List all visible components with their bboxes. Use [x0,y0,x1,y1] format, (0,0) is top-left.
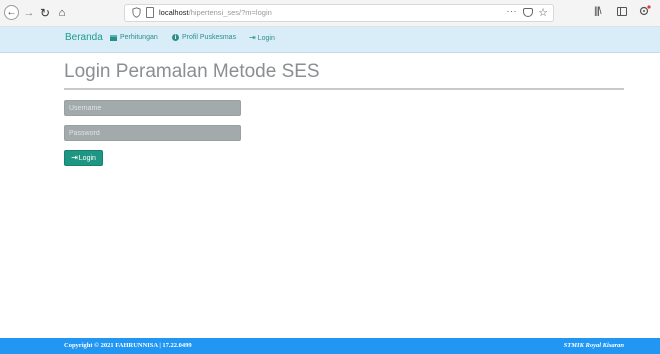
url-text[interactable]: localhost/hipertensi_ses/?m=login [159,8,272,17]
page-footer: Copyright © 2021 FAHRUNNISA | 17.22.0499… [0,338,660,354]
reload-icon[interactable]: ↻ [40,5,50,21]
page-actions-more-icon[interactable]: ··· [507,6,518,16]
home-icon[interactable]: ⌂ [56,5,68,21]
library-icon[interactable]: |||\ [594,6,602,17]
nav-item-login[interactable]: ⇥ Login [249,34,275,42]
footer-organization: STMIK Royal Kisaran [563,342,624,349]
nav-item-label: Login [257,34,275,42]
browser-toolbar: ← → ↻ ⌂ localhost/hipertensi_ses/?m=logi… [0,0,660,27]
extension-icon[interactable] [639,5,651,17]
nav-item-label: Profil Puskesmas [182,34,237,41]
username-field[interactable] [64,100,241,116]
back-arrow-icon[interactable]: ← [4,5,19,20]
address-bar[interactable]: localhost/hipertensi_ses/?m=login ··· ☆ [124,4,554,22]
password-field[interactable] [64,125,241,141]
table-icon [110,34,117,41]
nav-item-profil-puskesmas[interactable]: i Profil Puskesmas [172,34,236,41]
login-button-label: Login [78,154,96,162]
site-navbar: Beranda Perhitungan i Profil Puskesmas ⇥… [0,27,660,53]
login-button[interactable]: ⇥ Login [64,150,103,166]
pocket-icon[interactable] [523,8,533,17]
nav-brand-beranda[interactable]: Beranda [65,32,103,43]
page-title: Login Peramalan Metode SES [64,61,320,82]
page-icon [146,7,154,18]
nav-item-perhitungan[interactable]: Perhitungan [110,34,158,41]
login-icon: ⇥ [249,33,256,42]
shield-icon [132,7,141,18]
nav-item-label: Perhitungan [120,34,158,41]
app-window: ← → ↻ ⌂ localhost/hipertensi_ses/?m=logi… [0,0,660,354]
title-divider [64,88,624,90]
info-icon: i [172,34,179,41]
forward-arrow-icon[interactable]: → [24,5,35,21]
login-icon: ⇥ [71,153,78,162]
sidebar-toggle-icon[interactable] [617,7,627,16]
bookmark-star-icon[interactable]: ☆ [538,6,548,20]
url-host: localhost [159,8,189,17]
url-path: /hipertensi_ses/?m=login [188,8,272,17]
footer-copyright: Copyright © 2021 FAHRUNNISA | 17.22.0499 [64,342,192,349]
